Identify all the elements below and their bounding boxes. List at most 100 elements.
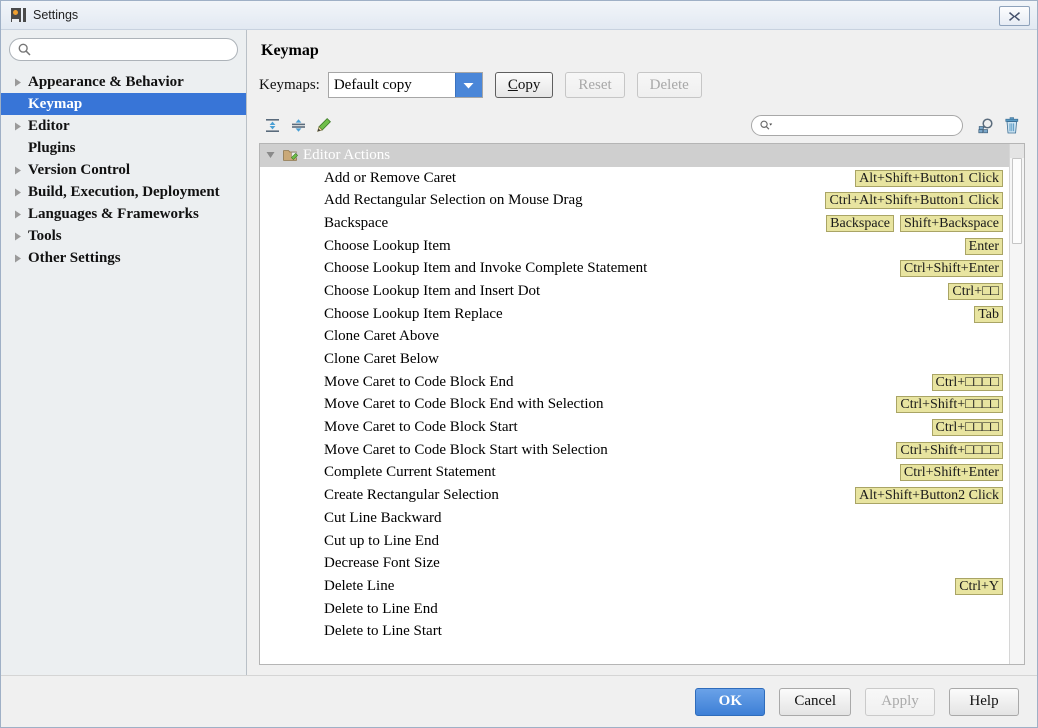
- action-name: Move Caret to Code Block End with Select…: [324, 396, 604, 413]
- table-row[interactable]: Add or Remove Caret Alt+Shift+Button1 Cli…: [260, 167, 1009, 190]
- sidebar-item-label: Tools: [28, 227, 62, 244]
- action-name: Create Rectangular Selection: [324, 487, 499, 504]
- title-bar-left: Settings: [11, 7, 78, 23]
- chevron-right-icon[interactable]: [9, 166, 27, 175]
- action-name: Decrease Font Size: [324, 555, 440, 572]
- shortcut-badge[interactable]: Ctrl+Shift+Enter: [899, 464, 1003, 482]
- chevron-right-icon[interactable]: [9, 232, 27, 241]
- table-row[interactable]: Clone Caret Above: [260, 326, 1009, 349]
- table-row[interactable]: Choose Lookup Item and Insert Dot Ctrl+□□: [260, 280, 1009, 303]
- chevron-down-icon: [454, 73, 482, 97]
- chevron-right-icon[interactable]: [9, 210, 27, 219]
- shortcut-badge[interactable]: Ctrl+Shift+□□□□: [896, 441, 1003, 459]
- table-row[interactable]: Move Caret to Code Block Start Ctrl+□□□□: [260, 416, 1009, 439]
- sidebar-item-languages-frameworks[interactable]: Languages & Frameworks: [1, 203, 246, 225]
- apply-button: Apply: [865, 687, 935, 716]
- collapse-all-icon[interactable]: [285, 114, 311, 136]
- shortcut-badge[interactable]: Alt+Shift+Button2 Click: [855, 487, 1003, 505]
- expand-all-icon[interactable]: [259, 114, 285, 136]
- shortcut-list: Ctrl+Alt+Shift+Button1 Click: [825, 192, 1003, 210]
- keymap-select-value: Default copy: [328, 73, 455, 97]
- scrollbar-thumb[interactable]: [1012, 158, 1022, 244]
- shortcut-list: Ctrl+Shift+Enter: [899, 464, 1003, 482]
- table-row[interactable]: Choose Lookup Item and Invoke Complete S…: [260, 257, 1009, 280]
- trash-icon[interactable]: [999, 114, 1025, 136]
- shortcut-search-box[interactable]: [751, 114, 963, 136]
- table-row[interactable]: Add Rectangular Selection on Mouse Drag C…: [260, 189, 1009, 212]
- shortcut-badge[interactable]: Ctrl+Shift+□□□□: [896, 396, 1003, 414]
- keymap-select[interactable]: Default copy: [327, 72, 483, 98]
- table-row[interactable]: Choose Lookup Item Enter: [260, 235, 1009, 258]
- table-row[interactable]: Move Caret to Code Block End Ctrl+□□□□: [260, 371, 1009, 394]
- search-input[interactable]: [31, 41, 229, 58]
- chevron-right-icon[interactable]: [9, 78, 27, 87]
- sidebar-search-wrap: [1, 30, 246, 67]
- shortcut-search-input[interactable]: [773, 117, 954, 133]
- edit-pencil-icon[interactable]: [311, 114, 337, 136]
- table-row[interactable]: Delete Line Ctrl+Y: [260, 575, 1009, 598]
- shortcut-badge[interactable]: Alt+Shift+Button1 Click: [855, 169, 1003, 187]
- chevron-down-icon[interactable]: [260, 151, 280, 159]
- table-row[interactable]: Cut Line Backward: [260, 507, 1009, 530]
- shortcut-badge[interactable]: Ctrl+□□: [948, 282, 1003, 300]
- vertical-scrollbar[interactable]: [1009, 144, 1024, 664]
- keymap-action-buttons: Copy Reset Delete: [483, 72, 702, 98]
- find-shortcut-icon[interactable]: [973, 114, 999, 136]
- table-row[interactable]: Delete to Line Start: [260, 620, 1009, 643]
- table-row[interactable]: Create Rectangular Selection Alt+Shift+Bu…: [260, 484, 1009, 507]
- cancel-button[interactable]: Cancel: [779, 687, 851, 716]
- sidebar-item-other-settings[interactable]: Other Settings: [1, 247, 246, 269]
- settings-sidebar: Appearance & Behavior Keymap Editor Plugins…: [1, 30, 247, 675]
- shortcut-badge[interactable]: Ctrl+□□□□: [931, 373, 1003, 391]
- shortcut-list: Ctrl+Shift+□□□□: [896, 441, 1003, 459]
- keymaps-label: Keymaps:: [259, 76, 320, 93]
- help-button[interactable]: Help: [949, 687, 1019, 716]
- close-icon[interactable]: [999, 6, 1030, 26]
- shortcut-list: Ctrl+Shift+Enter: [899, 260, 1003, 278]
- sidebar-item-label: Languages & Frameworks: [28, 205, 199, 222]
- search-icon: [18, 43, 31, 56]
- chevron-right-icon[interactable]: [9, 254, 27, 263]
- shortcut-badge[interactable]: Ctrl+□□□□: [931, 419, 1003, 437]
- table-group-row[interactable]: Editor Actions: [260, 144, 1009, 167]
- table-row[interactable]: Move Caret to Code Block Start with Sele…: [260, 439, 1009, 462]
- sidebar-item-keymap[interactable]: Keymap: [1, 93, 246, 115]
- table-row[interactable]: Clone Caret Below: [260, 348, 1009, 371]
- keymap-panel: Keymap Keymaps: Default copy Copy Reset De…: [247, 30, 1037, 675]
- sidebar-item-version-control[interactable]: Version Control: [1, 159, 246, 181]
- shortcut-list: Tab: [974, 305, 1003, 323]
- chevron-right-icon[interactable]: [9, 188, 27, 197]
- shortcut-badge[interactable]: Ctrl+Shift+Enter: [899, 260, 1003, 278]
- table-row[interactable]: Delete to Line End: [260, 598, 1009, 621]
- sidebar-item-editor[interactable]: Editor: [1, 115, 246, 137]
- shortcut-badge[interactable]: Backspace: [826, 214, 895, 232]
- action-name: Move Caret to Code Block End: [324, 373, 514, 390]
- shortcut-list: Alt+Shift+Button2 Click: [855, 487, 1003, 505]
- sidebar-item-plugins[interactable]: Plugins: [1, 137, 246, 159]
- shortcut-list: Alt+Shift+Button1 Click: [855, 169, 1003, 187]
- table-row[interactable]: Decrease Font Size: [260, 552, 1009, 575]
- shortcut-badge[interactable]: Shift+Backspace: [900, 214, 1003, 232]
- sidebar-item-build-execution-deployment[interactable]: Build, Execution, Deployment: [1, 181, 246, 203]
- page-title: Keymap: [261, 42, 319, 59]
- shortcut-badge[interactable]: Enter: [964, 237, 1003, 255]
- action-name: Move Caret to Code Block Start with Sele…: [324, 441, 608, 458]
- ok-button[interactable]: OK: [695, 687, 766, 716]
- sidebar-item-tools[interactable]: Tools: [1, 225, 246, 247]
- action-name: Complete Current Statement: [324, 464, 496, 481]
- keymaps-row: Keymaps: Default copy Copy Reset Delete: [259, 72, 1025, 98]
- chevron-right-icon[interactable]: [9, 122, 27, 131]
- table-row[interactable]: Choose Lookup Item Replace Tab: [260, 303, 1009, 326]
- action-name: Choose Lookup Item and Insert Dot: [324, 282, 541, 299]
- sidebar-search-box[interactable]: [9, 38, 238, 61]
- shortcut-badge[interactable]: Tab: [974, 305, 1003, 323]
- table-row[interactable]: Move Caret to Code Block End with Select…: [260, 394, 1009, 417]
- table-row[interactable]: Backspace Backspace Shift+Backspace: [260, 212, 1009, 235]
- table-row[interactable]: Cut up to Line End: [260, 530, 1009, 553]
- table-row[interactable]: Complete Current Statement Ctrl+Shift+Ent…: [260, 462, 1009, 485]
- shortcut-badge[interactable]: Ctrl+Alt+Shift+Button1 Click: [825, 192, 1003, 210]
- sidebar-item-appearance-behavior[interactable]: Appearance & Behavior: [1, 71, 246, 93]
- keymap-table-body[interactable]: Editor Actions Add or Remove Caret Alt+Shi…: [260, 144, 1009, 664]
- copy-button[interactable]: Copy: [494, 72, 554, 98]
- shortcut-badge[interactable]: Ctrl+Y: [955, 577, 1003, 595]
